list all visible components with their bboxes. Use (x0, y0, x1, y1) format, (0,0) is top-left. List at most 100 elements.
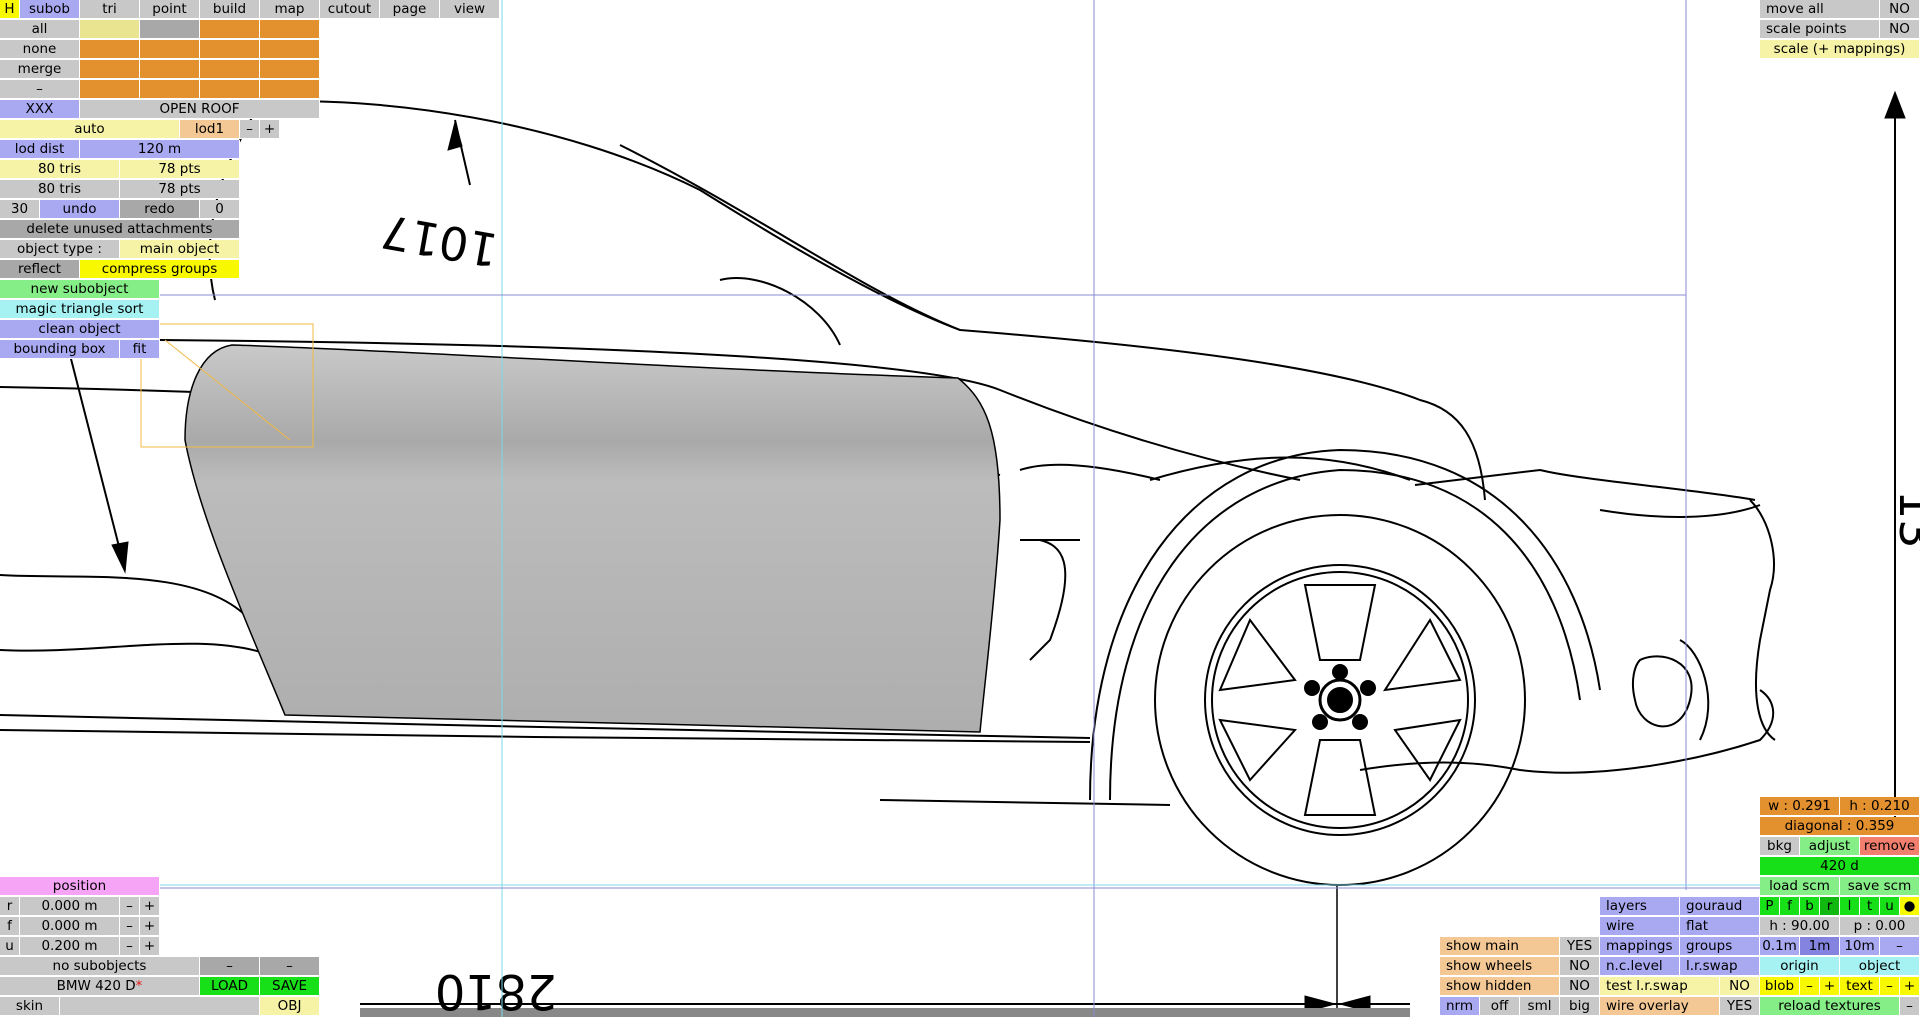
pos-value-r[interactable]: 0.000 m (20, 897, 120, 916)
text-button[interactable]: text (1840, 977, 1880, 996)
object-name[interactable]: OPEN ROOF (80, 100, 320, 119)
origin-button[interactable]: origin (1760, 957, 1840, 976)
show-hidden-toggle[interactable]: NO (1560, 977, 1600, 996)
subob-slot[interactable] (140, 80, 200, 99)
subob-slot[interactable] (140, 40, 200, 59)
subob-slot[interactable] (80, 40, 140, 59)
pos-value-u[interactable]: 0.200 m (20, 937, 120, 956)
subob-slot[interactable] (80, 80, 140, 99)
big-size-button[interactable]: big (1560, 997, 1600, 1016)
scale-points-toggle[interactable]: NO (1880, 20, 1920, 39)
pos-plus-r[interactable]: + (140, 897, 160, 916)
lod-dist-value[interactable]: 120 m (80, 140, 240, 159)
object-id[interactable]: XXX (0, 100, 80, 119)
view-l-button[interactable]: l (1840, 897, 1860, 916)
blob-button[interactable]: blob (1760, 977, 1800, 996)
auto-button[interactable]: auto (0, 120, 180, 139)
obj-button[interactable]: OBJ (260, 997, 320, 1016)
groups-button[interactable]: groups (1680, 937, 1760, 956)
small-size-button[interactable]: sml (1520, 997, 1560, 1016)
object-type-value[interactable]: main object (120, 240, 240, 259)
file-minus-button[interactable]: – (200, 957, 260, 976)
lod-plus-button[interactable]: + (260, 120, 280, 139)
view-b-button[interactable]: b (1800, 897, 1820, 916)
view-t-button[interactable]: t (1860, 897, 1880, 916)
pos-plus-u[interactable]: + (140, 937, 160, 956)
tab-cutout[interactable]: cutout (320, 0, 380, 19)
subob-slot[interactable] (80, 60, 140, 79)
subob-slot[interactable] (200, 80, 260, 99)
clean-object-button[interactable]: clean object (0, 320, 160, 339)
subob-slot[interactable] (260, 20, 320, 39)
normal-size-button[interactable]: nrm (1440, 997, 1480, 1016)
subob-slot[interactable] (260, 60, 320, 79)
test-lr-swap-toggle[interactable]: NO (1720, 977, 1760, 996)
redo-button[interactable]: redo (120, 200, 200, 219)
grid-10m-button[interactable]: 10m (1840, 937, 1880, 956)
select-all-button[interactable]: all (0, 20, 80, 39)
adjust-button[interactable]: adjust (1800, 837, 1860, 856)
mappings-button[interactable]: mappings (1600, 937, 1680, 956)
delete-unused-attachments-button[interactable]: delete unused attachments (0, 220, 240, 239)
reflect-button[interactable]: reflect (0, 260, 80, 279)
car-name-field[interactable]: BMW 420 D* (0, 977, 200, 996)
pos-minus-f[interactable]: – (120, 917, 140, 936)
wire-overlay-toggle[interactable]: YES (1720, 997, 1760, 1016)
minus-button[interactable]: – (0, 80, 80, 99)
view-f-button[interactable]: f (1780, 897, 1800, 916)
remove-button[interactable]: remove (1860, 837, 1920, 856)
compress-groups-button[interactable]: compress groups (80, 260, 240, 279)
subob-slot[interactable] (200, 60, 260, 79)
tab-map[interactable]: map (260, 0, 320, 19)
merge-button[interactable]: merge (0, 60, 80, 79)
model-name[interactable]: 420 d (1760, 857, 1920, 876)
nc-level-button[interactable]: n.c.level (1600, 957, 1680, 976)
tab-view[interactable]: view (440, 0, 500, 19)
save-button[interactable]: SAVE (260, 977, 320, 996)
tab-tri[interactable]: tri (80, 0, 140, 19)
pos-value-f[interactable]: 0.000 m (20, 917, 120, 936)
subob-slot[interactable] (260, 80, 320, 99)
pos-minus-r[interactable]: – (120, 897, 140, 916)
show-main-toggle[interactable]: YES (1560, 937, 1600, 956)
wire-button[interactable]: wire (1600, 917, 1680, 936)
lod-selector[interactable]: lod1 (180, 120, 240, 139)
blob-minus-button[interactable]: – (1800, 977, 1820, 996)
view-u-button[interactable]: u (1880, 897, 1900, 916)
tab-point[interactable]: point (140, 0, 200, 19)
fit-button[interactable]: fit (120, 340, 160, 359)
magic-triangle-sort-button[interactable]: magic triangle sort (0, 300, 160, 319)
tab-build[interactable]: build (200, 0, 260, 19)
object-button[interactable]: object (1840, 957, 1920, 976)
pos-plus-f[interactable]: + (140, 917, 160, 936)
reload-minus-button[interactable]: – (1900, 997, 1920, 1016)
new-subobject-button[interactable]: new subobject (0, 280, 160, 299)
load-button[interactable]: LOAD (200, 977, 260, 996)
bounding-box-button[interactable]: bounding box (0, 340, 120, 359)
tab-page[interactable]: page (380, 0, 440, 19)
reload-textures-button[interactable]: reload textures (1760, 997, 1900, 1016)
move-all-toggle[interactable]: NO (1880, 0, 1920, 19)
h-angle[interactable]: h : 90.00 (1760, 917, 1840, 936)
show-wheels-toggle[interactable]: NO (1560, 957, 1600, 976)
text-plus-button[interactable]: + (1900, 977, 1920, 996)
p-angle[interactable]: p : 0.00 (1840, 917, 1920, 936)
subob-slot[interactable] (80, 20, 140, 39)
grid-1m-button[interactable]: 1m (1800, 937, 1840, 956)
subob-slot[interactable] (200, 20, 260, 39)
file-minus-button-2[interactable]: – (260, 957, 320, 976)
view-r-button[interactable]: r (1820, 897, 1840, 916)
gouraud-button[interactable]: gouraud (1680, 897, 1760, 916)
view-p-button[interactable]: P (1760, 897, 1780, 916)
pos-minus-u[interactable]: – (120, 937, 140, 956)
subob-slot[interactable] (200, 40, 260, 59)
view-dot-button[interactable]: ● (1900, 897, 1920, 916)
blueprint-canvas[interactable]: 1017 2810 13 (0, 0, 1920, 1017)
skin-field[interactable] (60, 997, 260, 1016)
layers-button[interactable]: layers (1600, 897, 1680, 916)
subob-slot[interactable] (140, 20, 200, 39)
flat-button[interactable]: flat (1680, 917, 1760, 936)
grid-off-button[interactable]: – (1880, 937, 1920, 956)
text-minus-button[interactable]: – (1880, 977, 1900, 996)
undo-button[interactable]: undo (40, 200, 120, 219)
